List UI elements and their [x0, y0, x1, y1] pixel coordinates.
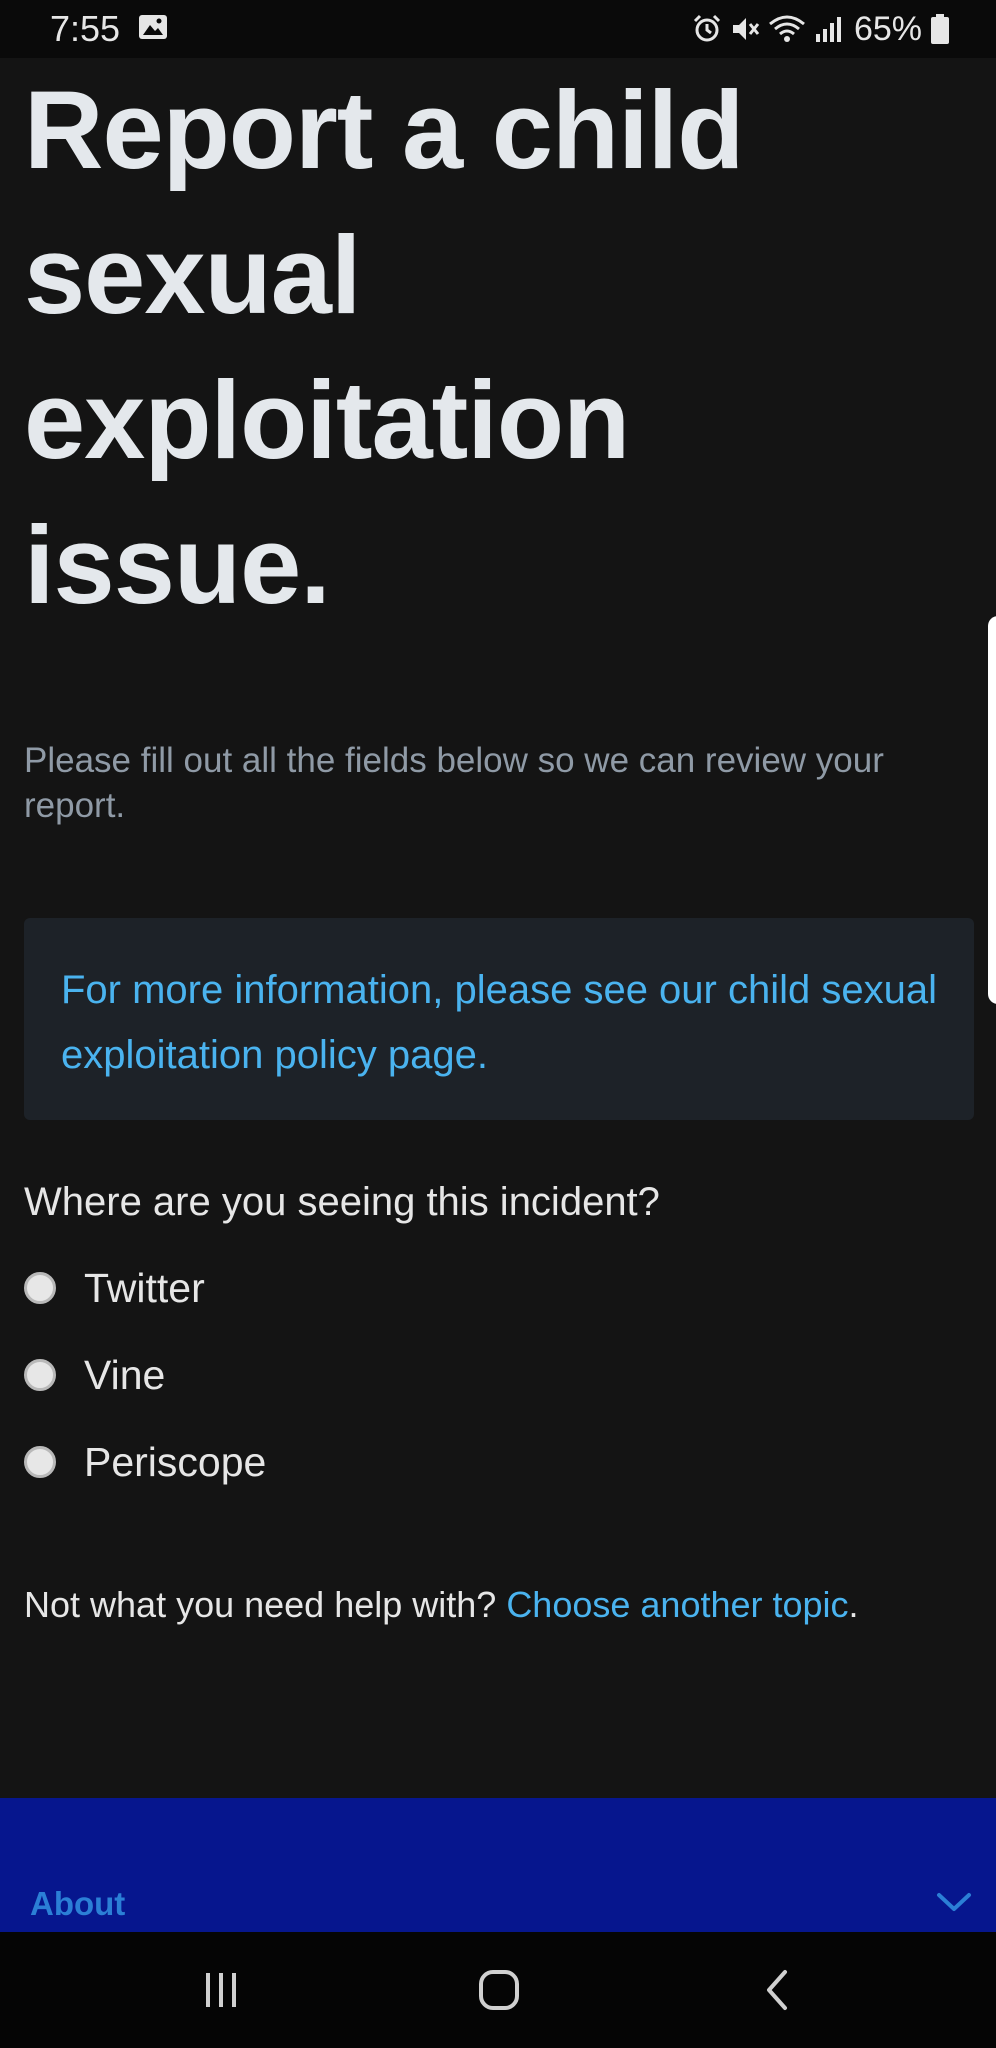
info-box: For more information, please see our chi…: [24, 918, 974, 1120]
radio-label: Periscope: [84, 1438, 267, 1485]
home-button[interactable]: [439, 1932, 559, 2048]
radio-option-periscope[interactable]: Periscope: [24, 1432, 266, 1492]
recent-apps-icon: [206, 1973, 236, 2007]
info-text: For more information, please see our: [61, 968, 728, 1012]
info-suffix: .: [476, 1033, 488, 1077]
footer-about-toggle[interactable]: About: [30, 1884, 125, 1924]
mute-icon: [732, 18, 760, 40]
radio-label: Vine: [84, 1351, 166, 1398]
status-icons: 65%: [692, 8, 950, 50]
radio-option-vine[interactable]: Vine: [24, 1345, 165, 1405]
back-button[interactable]: [717, 1932, 837, 2048]
help-suffix: .: [848, 1584, 859, 1625]
alarm-icon: [693, 14, 720, 42]
help-text: Not what you need help with?: [24, 1584, 507, 1625]
recent-apps-button[interactable]: [161, 1932, 281, 2048]
status-time: 7:55: [50, 8, 121, 49]
chevron-down-icon[interactable]: [936, 1890, 972, 1914]
radio-button[interactable]: [24, 1446, 56, 1478]
navigation-bar: [0, 1932, 996, 2048]
radio-label: Twitter: [84, 1264, 205, 1311]
back-icon: [767, 1970, 787, 2010]
incident-question: Where are you seeing this incident?: [24, 1180, 660, 1224]
help-line: Not what you need help with? Choose anot…: [24, 1580, 859, 1630]
status-bar: 7:55 65%: [0, 0, 996, 58]
battery-icon: [931, 14, 949, 44]
radio-button[interactable]: [24, 1359, 56, 1391]
battery-percent: 65%: [853, 10, 922, 48]
intro-text: Please fill out all the fields below so …: [24, 741, 884, 825]
home-icon: [479, 1970, 519, 2010]
radio-button[interactable]: [24, 1272, 56, 1304]
signal-icon: [815, 17, 841, 42]
page-title: Report a child sexual exploitation issue…: [24, 69, 744, 627]
radio-option-twitter[interactable]: Twitter: [24, 1258, 205, 1318]
wifi-icon: [768, 15, 805, 42]
edge-panel-handle[interactable]: [988, 616, 996, 1004]
screen: 7:55 65% Report a child sexual exploitat…: [0, 0, 996, 2048]
image-icon: [139, 15, 167, 39]
choose-another-topic-link[interactable]: Choose another topic: [506, 1584, 848, 1625]
footer: About: [0, 1798, 996, 1932]
